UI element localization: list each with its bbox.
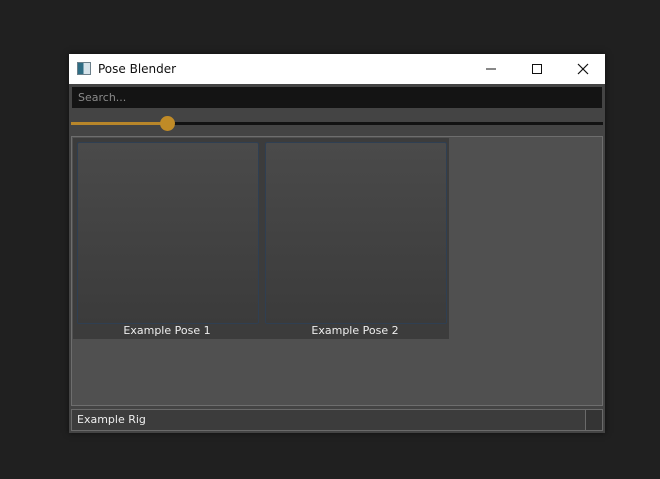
- pose-label: Example Pose 2: [311, 324, 399, 337]
- search-input[interactable]: [72, 87, 602, 108]
- window-title: Pose Blender: [98, 62, 177, 76]
- maximize-button[interactable]: [514, 54, 560, 84]
- title-bar[interactable]: Pose Blender: [69, 54, 605, 84]
- close-button[interactable]: [560, 54, 606, 84]
- pose-grid[interactable]: Example Pose 1 Example Pose 2: [71, 136, 603, 406]
- slider-fill: [71, 122, 167, 125]
- app-icon: [77, 62, 91, 75]
- rig-selector[interactable]: Example Rig: [71, 409, 603, 431]
- pose-card[interactable]: Example Pose 2: [261, 138, 449, 339]
- thumbnail-size-slider[interactable]: [71, 115, 603, 131]
- minimize-icon: [486, 68, 496, 70]
- minimize-button[interactable]: [468, 54, 514, 84]
- close-icon: [577, 63, 589, 75]
- pose-card[interactable]: Example Pose 1: [73, 138, 261, 339]
- pose-thumbnail[interactable]: [265, 142, 447, 324]
- dropdown-arrow-icon[interactable]: [585, 410, 602, 430]
- pose-thumbnail[interactable]: [77, 142, 259, 324]
- slider-handle[interactable]: [160, 116, 175, 131]
- maximize-icon: [532, 64, 542, 74]
- pose-blender-window: Pose Blender Example Pose 1: [69, 54, 605, 433]
- pose-label: Example Pose 1: [123, 324, 211, 337]
- pose-list: Example Pose 1 Example Pose 2: [73, 138, 449, 339]
- rig-selector-value: Example Rig: [77, 413, 146, 426]
